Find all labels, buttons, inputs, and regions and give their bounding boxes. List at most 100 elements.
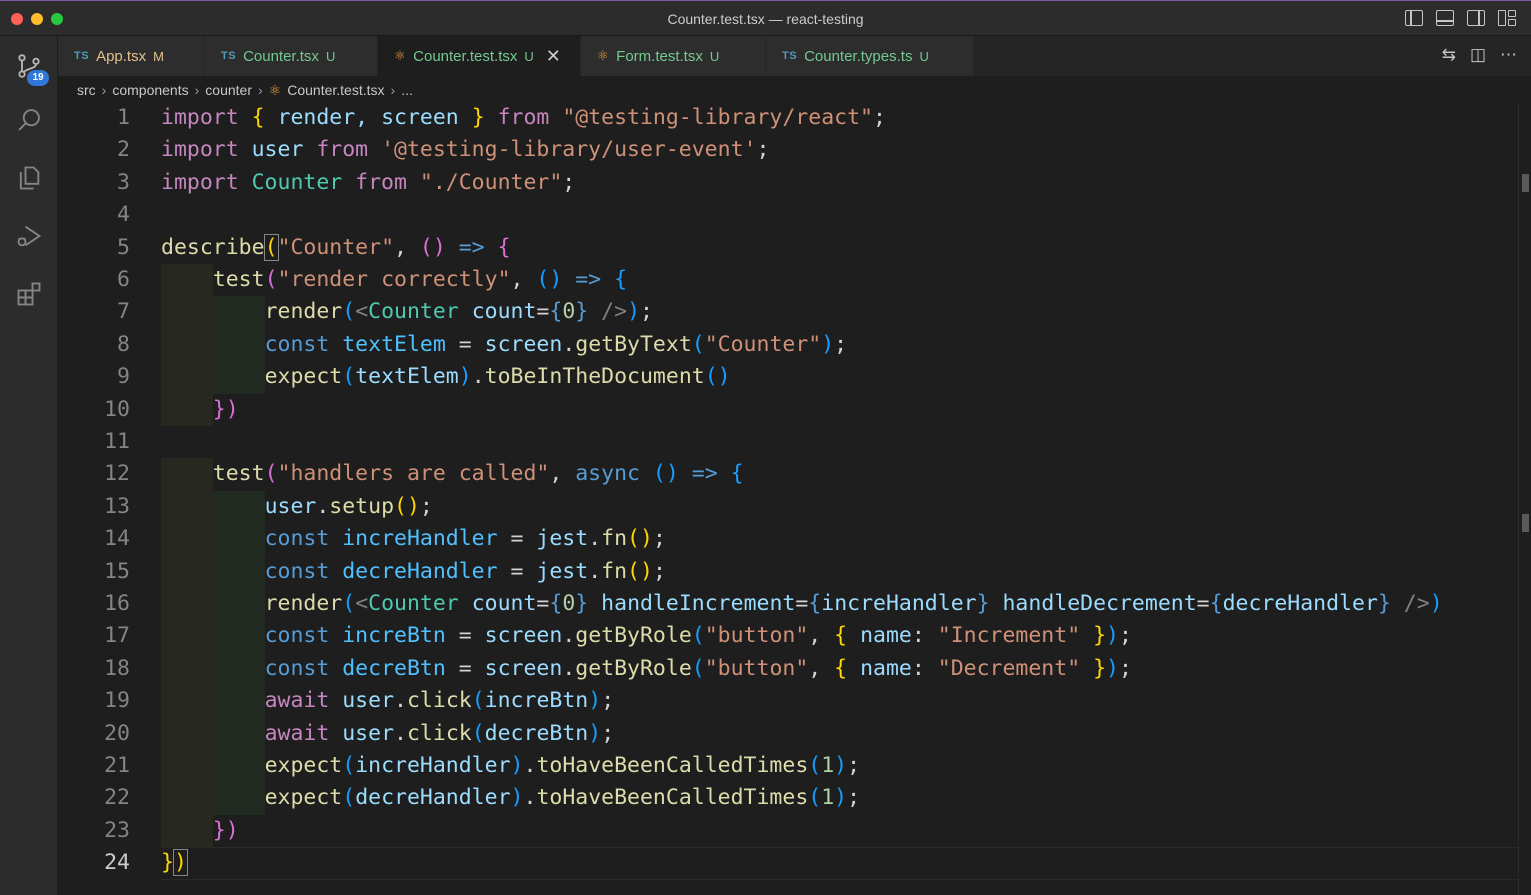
code-token: , [549,461,576,487]
code-line[interactable]: 11 [58,426,1518,458]
code-line[interactable]: 18 const decreBtn = screen.getByRole("bu… [58,652,1518,686]
code-token: ) [458,364,472,390]
tab-app-tsx[interactable]: TS App.tsx M [58,36,205,76]
code-text: }) [161,815,239,847]
code-line[interactable]: 19 await user.click(increBtn); [58,685,1518,718]
toggle-secondary-sidebar-icon[interactable] [1467,10,1485,26]
code-token: ; [872,105,886,130]
code-token: } [575,299,589,325]
code-token: getByRole [575,623,692,649]
code-line[interactable]: 21 expect(increHandler).toHaveBeenCalled… [58,750,1518,783]
tab-counter-types-ts[interactable]: TS Counter.types.ts U [766,36,974,76]
tab-counter-tsx[interactable]: TS Counter.tsx U [205,36,378,76]
code-text: render(<Counter count={0} handleIncremen… [161,588,1443,620]
code-token: name [847,655,912,681]
code-line[interactable]: 5 describe("Counter", () => { [58,232,1518,264]
code-token: ; [601,688,615,714]
code-token: , [808,655,835,681]
line-number: 6 [117,267,130,292]
code-line[interactable]: 12 test("handlers are called", async () … [58,458,1518,491]
code-token: jest [523,526,589,552]
search-icon[interactable] [0,96,58,144]
code-line[interactable]: 16 render(<Counter count={0} handleIncre… [58,588,1518,621]
breadcrumb: src › components › counter › ⚛ Counter.t… [58,76,1531,104]
line-number: 14 [104,526,130,552]
tab-counter-test-tsx[interactable]: ⚛ Counter.test.tsx U ✕ [378,36,581,76]
code-token: = [458,331,472,357]
code-token: ( [471,688,485,714]
split-editor-icon[interactable]: ◫ [1470,46,1486,63]
code-token: . [588,558,602,584]
code-token: import [161,105,239,130]
code-token: getByRole [575,655,692,681]
line-number: 5 [117,234,130,260]
code-token: { [549,299,563,325]
code-token: ( [263,233,279,261]
breadcrumb-item[interactable]: counter [205,82,252,98]
code-token: { [497,234,511,260]
line-number: 21 [104,753,130,778]
code-line[interactable]: 24}) [58,847,1518,880]
extensions-icon[interactable] [0,270,58,318]
code-token: . [562,331,576,357]
compare-changes-icon[interactable]: ⇆ [1442,46,1456,63]
code-line[interactable]: 23 }) [58,814,1518,848]
line-number: 18 [104,655,130,681]
title-bar: Counter.test.tsx — react-testing [0,0,1531,36]
code-token: ) [1429,591,1443,616]
code-line[interactable]: 13 user.setup(); [58,490,1518,524]
editor-scrollbar[interactable] [1518,104,1531,895]
breadcrumb-item[interactable]: src [77,82,96,98]
code-token: screen [471,655,563,681]
explorer-icon[interactable] [0,154,58,202]
toggle-panel-icon[interactable] [1436,10,1454,26]
code-line[interactable]: 3 import Counter from "./Counter"; [58,167,1518,199]
code-token: = [510,558,524,584]
code-line[interactable]: 10 }) [58,393,1518,426]
code-token: decreBtn [484,720,589,746]
code-line[interactable]: 22 expect(decreHandler).toHaveBeenCalled… [58,782,1518,815]
code-token: } [1093,623,1107,649]
code-token: = [458,623,472,649]
code-token: () [419,234,446,260]
breadcrumb-item[interactable]: Counter.test.tsx [287,82,384,98]
code-line[interactable]: 8 const textElem = screen.getByText("Cou… [58,328,1518,362]
breadcrumb-item[interactable]: ... [401,82,413,98]
code-token: from [316,137,369,163]
code-line[interactable]: 1 import { render, screen } from "@testin… [58,104,1518,134]
line-number: 24 [104,850,130,876]
code-line[interactable]: 4 [58,199,1518,231]
code-editor[interactable]: 1 import { render, screen } from "@testin… [58,104,1518,895]
code-line[interactable]: 15 const decreHandler = jest.fn(); [58,555,1518,588]
code-line[interactable]: 17 const increBtn = screen.getByRole("bu… [58,620,1518,653]
code-token: ) [510,785,524,811]
code-token: ( [342,364,356,390]
code-token: . [523,785,537,811]
code-line[interactable]: 6 test("render correctly", () => { [58,264,1518,297]
code-token: screen [471,331,563,357]
activity-bar: 19 [0,36,58,895]
source-control-icon[interactable]: 19 [0,42,58,90]
code-line[interactable]: 14 const increHandler = jest.fn(); [58,523,1518,556]
code-token: ; [847,753,861,778]
code-line[interactable]: 9 expect(textElem).toBeInTheDocument() [58,361,1518,394]
code-token: 1 [821,785,835,811]
line-number: 16 [104,591,130,616]
tab-form-test-tsx[interactable]: ⚛ Form.test.tsx U [581,36,766,76]
breadcrumb-item[interactable]: components [112,82,188,98]
code-token: () [652,461,679,487]
more-actions-icon[interactable]: ⋯ [1500,46,1517,63]
code-token: Counter [368,591,459,616]
run-debug-icon[interactable] [0,212,58,260]
customize-layout-icon[interactable] [1498,10,1516,26]
code-token: user [238,137,317,163]
code-line[interactable]: 7 render(<Counter count={0} />); [58,296,1518,329]
close-icon[interactable]: ✕ [546,47,561,65]
chevron-right-icon: › [390,82,396,98]
code-line[interactable]: 20 await user.click(decreBtn); [58,717,1518,750]
code-token: ( [342,785,356,811]
code-line[interactable]: 2 import user from '@testing-library/user… [58,134,1518,166]
toggle-primary-sidebar-icon[interactable] [1405,10,1423,26]
line-number: 15 [104,558,130,584]
code-token: . [316,493,330,519]
